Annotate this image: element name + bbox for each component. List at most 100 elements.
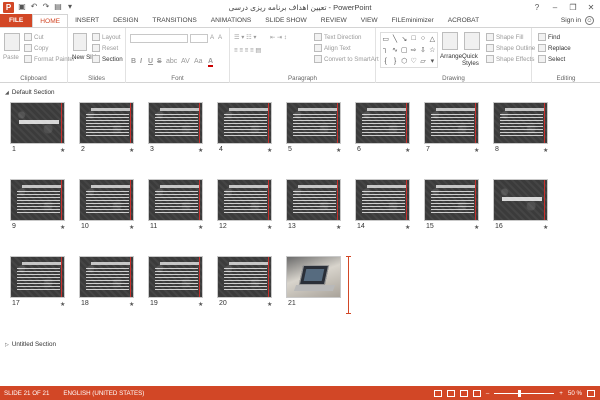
transition-star-icon[interactable]: ★ <box>336 224 341 231</box>
text-direction-button[interactable]: Text Direction <box>314 33 361 41</box>
shape-triangle-icon[interactable]: △ <box>428 33 437 44</box>
transition-star-icon[interactable]: ★ <box>474 224 479 231</box>
shape-arrow-icon[interactable]: ↘ <box>400 33 409 44</box>
zoom-slider-thumb[interactable] <box>518 389 522 397</box>
shape-oval-icon[interactable]: ○ <box>418 33 427 44</box>
select-button[interactable]: Select <box>538 55 565 63</box>
shapes-more-icon[interactable]: ▾ <box>428 56 437 67</box>
slide-thumbnail[interactable] <box>286 179 341 221</box>
zoom-in-button[interactable]: + <box>559 390 563 397</box>
tab-insert[interactable]: INSERT <box>68 14 106 27</box>
powerpoint-logo-icon[interactable]: P <box>3 1 14 13</box>
slide-thumbnail[interactable] <box>424 102 479 144</box>
tab-view[interactable]: VIEW <box>354 14 385 27</box>
transition-star-icon[interactable]: ★ <box>60 147 65 154</box>
new-slide-icon[interactable] <box>73 33 87 51</box>
slide-thumbnail[interactable] <box>148 179 203 221</box>
slide-thumbnail[interactable] <box>217 102 272 144</box>
transition-star-icon[interactable]: ★ <box>336 147 341 154</box>
slide-thumbnail[interactable] <box>148 256 203 298</box>
slide-thumbnail[interactable] <box>10 102 65 144</box>
help-button[interactable]: ? <box>528 0 546 14</box>
slide-thumbnail[interactable] <box>217 256 272 298</box>
grow-font-button[interactable]: A <box>210 34 214 41</box>
indent-buttons[interactable]: ⇤ ⇥ ↕ <box>270 34 287 41</box>
layout-button[interactable]: Layout <box>92 33 121 41</box>
cut-button[interactable]: Cut <box>24 33 44 41</box>
section-button[interactable]: Section <box>92 55 123 63</box>
transition-star-icon[interactable]: ★ <box>129 224 134 231</box>
tab-fileminimizer[interactable]: FILEminimizer <box>385 14 441 27</box>
slide-thumbnail[interactable] <box>286 256 341 298</box>
tab-review[interactable]: REVIEW <box>314 14 354 27</box>
slide-thumbnail[interactable] <box>79 179 134 221</box>
transition-star-icon[interactable]: ★ <box>198 301 203 308</box>
normal-view-icon[interactable] <box>433 389 442 397</box>
shape-effects-button[interactable]: Shape Effects <box>486 55 534 63</box>
quick-styles-button[interactable]: Quick Styles <box>462 53 484 67</box>
font-color-button[interactable]: A <box>208 58 214 67</box>
zoom-out-button[interactable]: – <box>486 390 489 397</box>
transition-star-icon[interactable]: ★ <box>543 147 548 154</box>
slide-sorter-view-icon[interactable] <box>446 389 455 397</box>
slide-thumbnail[interactable] <box>148 102 203 144</box>
find-button[interactable]: Find <box>538 33 560 41</box>
shape-fill-button[interactable]: Shape Fill <box>486 33 524 41</box>
quick-styles-icon[interactable] <box>464 32 480 50</box>
transition-star-icon[interactable]: ★ <box>129 301 134 308</box>
shape-elbow-icon[interactable]: ┐ <box>381 44 390 55</box>
font-size-combo[interactable] <box>190 34 208 43</box>
shape-hexagon-icon[interactable]: ⬡ <box>400 56 409 67</box>
transition-star-icon[interactable]: ★ <box>267 301 272 308</box>
tab-animations[interactable]: ANIMATIONS <box>204 14 259 27</box>
slide-thumbnail[interactable] <box>286 102 341 144</box>
slide-thumbnail[interactable] <box>79 256 134 298</box>
reset-button[interactable]: Reset <box>92 44 118 52</box>
transition-star-icon[interactable]: ★ <box>129 147 134 154</box>
section-header-untitled[interactable]: ▷ Untitled Section <box>5 341 56 348</box>
paste-icon[interactable] <box>4 33 20 51</box>
shape-callout-icon[interactable]: ▱ <box>418 56 427 67</box>
tab-slide-show[interactable]: SLIDE SHOW <box>258 14 313 27</box>
zoom-slider[interactable] <box>494 389 555 397</box>
close-button[interactable]: ✕ <box>582 0 600 14</box>
shape-outline-button[interactable]: Shape Outline <box>486 44 535 52</box>
text-shadow-button[interactable]: abc <box>166 58 177 65</box>
copy-button[interactable]: Copy <box>24 44 48 52</box>
convert-smartart-button[interactable]: Convert to SmartArt <box>314 55 379 63</box>
transition-star-icon[interactable]: ★ <box>543 224 548 231</box>
fit-slide-icon[interactable] <box>587 389 595 397</box>
transition-star-icon[interactable]: ★ <box>267 147 272 154</box>
feedback-smiley-icon[interactable]: ☺ <box>585 16 594 25</box>
character-spacing-button[interactable]: AV <box>181 58 190 65</box>
tab-acrobat[interactable]: ACROBAT <box>441 14 486 27</box>
reading-view-icon[interactable] <box>459 389 468 397</box>
minimize-button[interactable]: – <box>546 0 564 14</box>
shape-heart-icon[interactable]: ♡ <box>409 56 418 67</box>
shape-down-arrow-icon[interactable]: ⇩ <box>418 44 427 55</box>
shape-rounded-rect-icon[interactable]: ▢ <box>400 44 409 55</box>
section-header-default[interactable]: ◢ Default Section <box>5 89 55 96</box>
shape-brace-icon[interactable]: { <box>381 56 390 67</box>
shape-star-icon[interactable]: ☆ <box>428 44 437 55</box>
shrink-font-button[interactable]: A <box>218 34 222 41</box>
slide-thumbnail[interactable] <box>493 179 548 221</box>
redo-icon[interactable]: ↷ <box>42 3 50 11</box>
slide-thumbnail[interactable] <box>10 256 65 298</box>
transition-star-icon[interactable]: ★ <box>198 147 203 154</box>
font-family-combo[interactable] <box>130 34 188 43</box>
undo-icon[interactable]: ↶ <box>30 3 38 11</box>
shape-right-arrow-icon[interactable]: ⇨ <box>409 44 418 55</box>
transition-star-icon[interactable]: ★ <box>198 224 203 231</box>
slide-thumbnail[interactable] <box>355 179 410 221</box>
slideshow-view-icon[interactable] <box>472 389 481 397</box>
start-from-beginning-icon[interactable]: ▤ <box>54 3 62 11</box>
tab-home[interactable]: HOME <box>32 14 69 27</box>
arrange-button[interactable]: Arrange <box>440 53 462 60</box>
change-case-button[interactable]: Aa <box>194 58 203 65</box>
maximize-button[interactable]: ❐ <box>564 0 582 14</box>
shape-textbox-icon[interactable]: ▭ <box>381 33 390 44</box>
expand-triangle-icon[interactable]: ▷ <box>5 342 9 348</box>
slide-thumbnail[interactable] <box>424 179 479 221</box>
underline-button[interactable]: U <box>148 58 153 65</box>
